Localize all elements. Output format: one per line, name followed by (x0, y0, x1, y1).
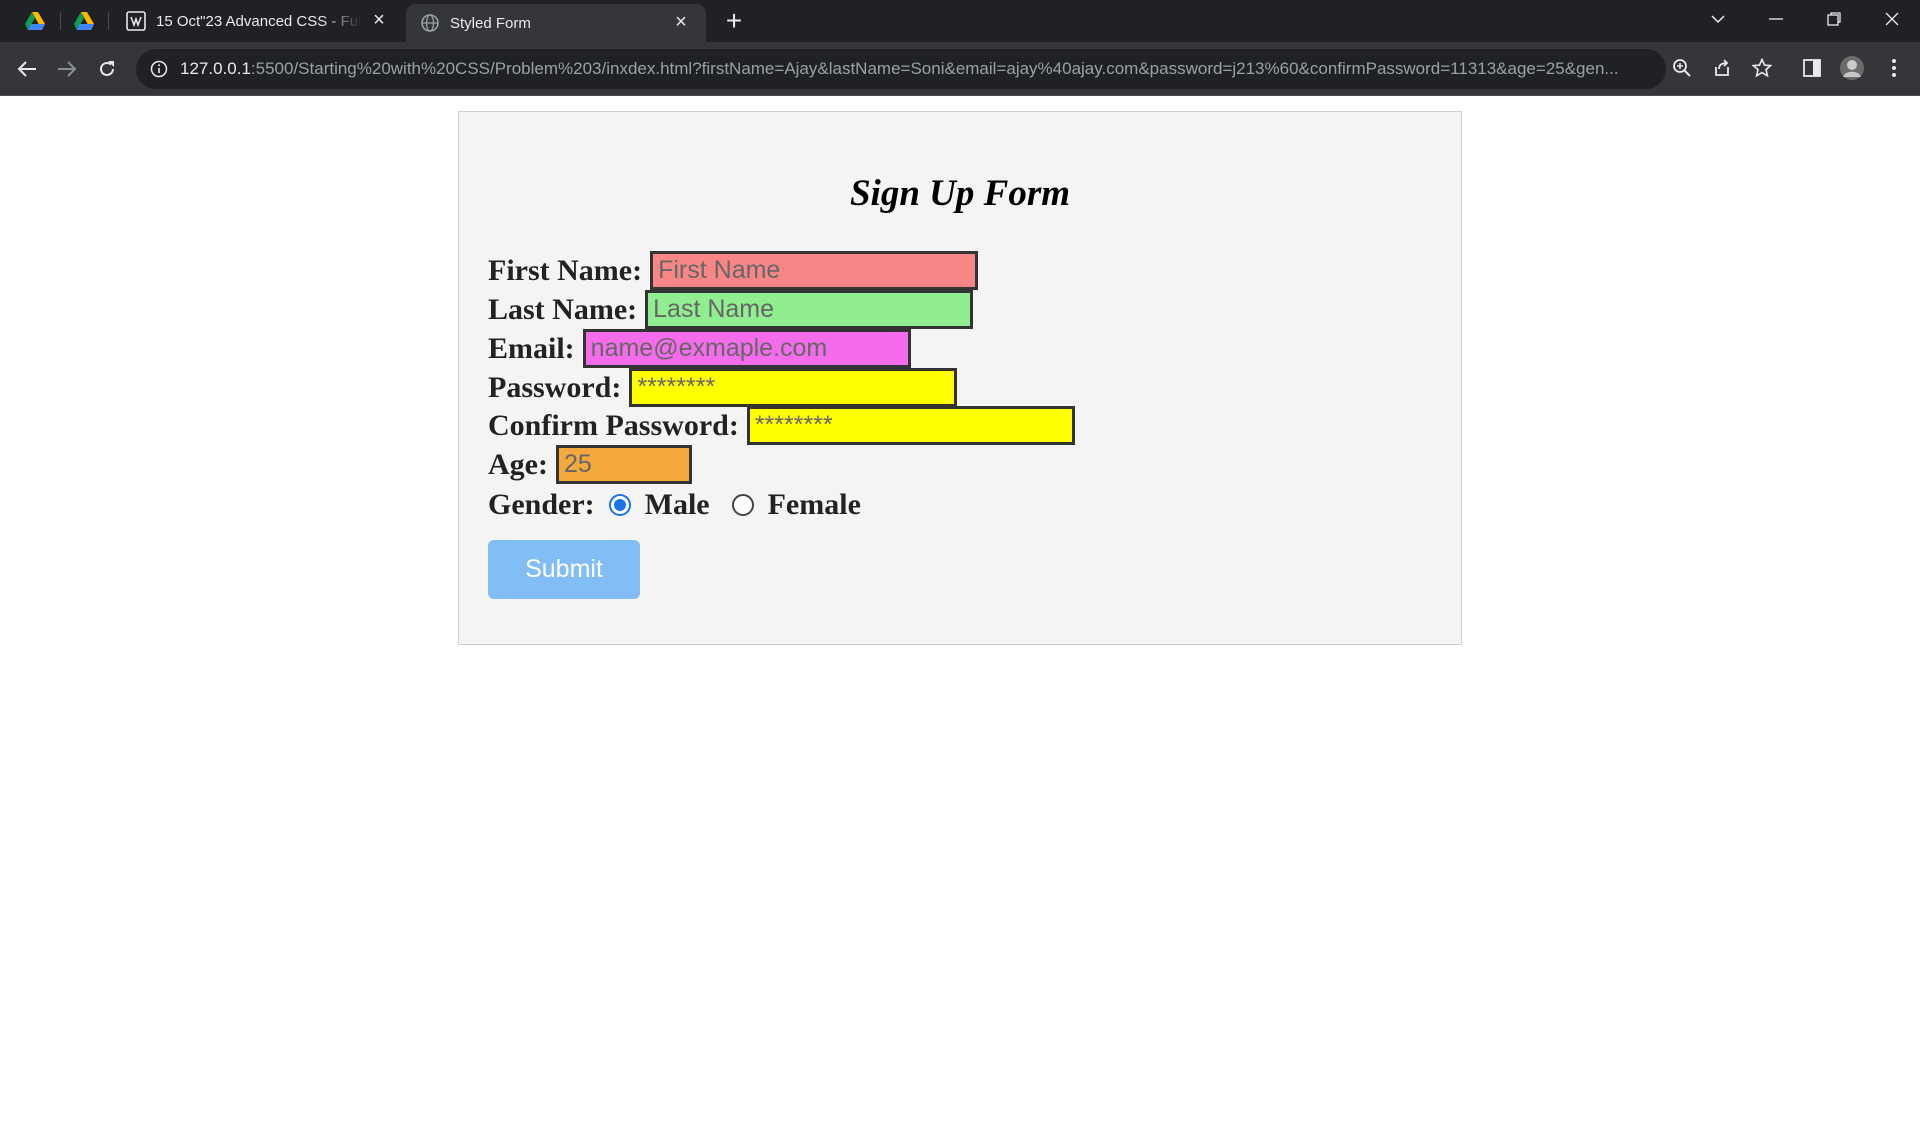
avatar[interactable] (1838, 54, 1866, 82)
menu-icon[interactable] (1880, 54, 1908, 82)
gender-male-radio[interactable] (608, 494, 631, 516)
close-icon[interactable]: × (670, 12, 692, 34)
tab-advanced-css[interactable]: 15 Oct"23 Advanced CSS - Full S × (112, 0, 404, 42)
tab-search-icon[interactable] (1690, 0, 1746, 38)
new-tab-button[interactable]: + (720, 7, 748, 36)
last-name-label: Last Name: (488, 292, 638, 326)
close-window-icon[interactable] (1864, 0, 1920, 38)
browser-toolbar: 127.0.0.1:5500/Starting%20with%20CSS/Pro… (0, 42, 1920, 96)
tab-separator (108, 12, 109, 30)
age-row: Age: (488, 445, 692, 484)
forward-icon[interactable] (52, 54, 82, 84)
globe-icon (421, 14, 439, 32)
gender-female-label: Female (767, 488, 861, 521)
info-icon[interactable] (150, 60, 168, 78)
submit-button[interactable]: Submit (488, 540, 640, 599)
tab-title: Styled Form (450, 14, 531, 32)
form-title: Sign Up Form (849, 173, 1070, 214)
confirm-password-field[interactable] (746, 406, 1075, 445)
url-host: 127.0.0.1 (180, 59, 251, 78)
browser-tab-bar: 15 Oct"23 Advanced CSS - Full S × Styled… (0, 0, 1920, 42)
document-icon (126, 11, 146, 31)
minimize-icon[interactable] (1748, 0, 1804, 38)
signup-form: Sign Up Form First Name: Last Name: Emai… (458, 111, 1462, 645)
bookmark-star-icon[interactable] (1748, 54, 1776, 82)
back-icon[interactable] (12, 54, 42, 84)
last-name-field[interactable] (645, 290, 974, 329)
first-name-row: First Name: (488, 251, 979, 290)
first-name-field[interactable] (650, 251, 979, 290)
google-drive-icon[interactable] (15, 7, 55, 35)
last-name-row: Last Name: (488, 290, 974, 329)
confirm-password-label: Confirm Password: (488, 408, 739, 442)
zoom-icon[interactable] (1668, 54, 1696, 82)
gender-male-label: Male (644, 488, 710, 521)
email-field[interactable] (582, 329, 911, 368)
tab-styled-form[interactable]: Styled Form × (406, 4, 706, 42)
gender-label: Gender: (488, 488, 595, 521)
address-bar[interactable]: 127.0.0.1:5500/Starting%20with%20CSS/Pro… (136, 49, 1666, 89)
password-label: Password: (488, 370, 622, 404)
reload-icon[interactable] (92, 54, 122, 84)
share-icon[interactable] (1708, 54, 1736, 82)
confirm-password-row: Confirm Password: (488, 406, 1075, 445)
side-panel-icon[interactable] (1798, 54, 1826, 82)
gender-row: Gender: Male Female (488, 485, 877, 525)
google-drive-icon[interactable] (64, 7, 104, 35)
restore-icon[interactable] (1806, 0, 1862, 38)
gender-female-radio[interactable] (731, 494, 754, 516)
age-label: Age: (488, 447, 548, 481)
url-path: :5500/Starting%20with%20CSS/Problem%203/… (250, 59, 1619, 78)
age-field[interactable] (555, 445, 692, 484)
tab-separator (60, 12, 61, 30)
url-text: 127.0.0.1:5500/Starting%20with%20CSS/Pro… (180, 59, 1660, 79)
password-row: Password: (488, 368, 958, 407)
email-row: Email: (488, 329, 911, 368)
first-name-label: First Name: (488, 253, 643, 287)
password-field[interactable] (629, 368, 958, 407)
tab-title: 15 Oct"23 Advanced CSS - Full S (156, 12, 362, 30)
email-label: Email: (488, 331, 575, 365)
close-icon[interactable]: × (368, 10, 390, 32)
